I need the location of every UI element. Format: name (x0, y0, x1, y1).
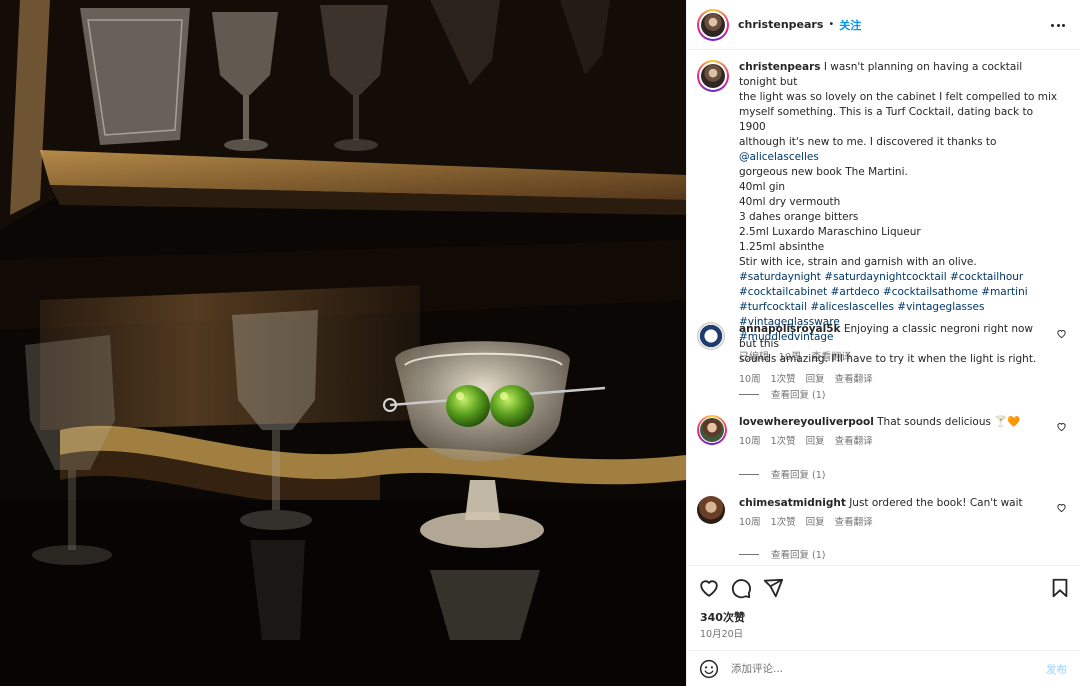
post-comment-button[interactable]: 发布 (1046, 662, 1067, 677)
caption-avatar[interactable] (697, 60, 729, 92)
post-photo[interactable] (0, 0, 686, 686)
author-username[interactable]: christenpears (738, 18, 823, 31)
comment-item: chimesatmidnight Just ordered the book! … (697, 496, 1071, 561)
commenter-avatar[interactable] (697, 322, 725, 350)
comment-text: That sounds delicious 🍸🧡 (877, 416, 1021, 428)
comment-icon[interactable] (730, 577, 752, 599)
view-replies-button[interactable]: 查看回复 (1) (739, 547, 825, 561)
commenter-username[interactable]: chimesatmidnight (739, 497, 846, 509)
comment-item: lovewhereyouliverpool That sounds delici… (697, 415, 1071, 481)
like-comment-heart-icon[interactable] (1056, 328, 1067, 339)
comment-time: 10周 (739, 436, 761, 447)
view-replies-button[interactable]: 查看回复 (1) (739, 387, 825, 401)
caption-username[interactable]: christenpears (739, 61, 821, 73)
view-replies-label: 查看回复 (1) (771, 550, 826, 561)
comment-likes[interactable]: 1次赞 (771, 515, 796, 530)
view-replies-button[interactable]: 查看回复 (1) (739, 467, 825, 481)
caption-text-line: although it's new to me. I discovered it… (739, 136, 997, 148)
caption-text-line: gorgeous new book The Martini. (739, 166, 908, 178)
follow-button[interactable]: 关注 (839, 17, 861, 33)
recipe-line: 1.25ml absinthe (739, 241, 825, 253)
recipe-line: 3 dahes orange bitters (739, 211, 859, 223)
mention-link[interactable]: @alicelascelles (739, 151, 819, 163)
recipe-line: 40ml gin (739, 181, 786, 193)
commenter-username[interactable]: annapolisroyal5k (739, 323, 841, 335)
post-actions: 340次赞 10月20日 (687, 565, 1080, 650)
hashtag-line[interactable]: #cocktailcabinet #artdeco #cocktailsatho… (739, 285, 1061, 300)
like-comment-heart-icon[interactable] (1056, 502, 1067, 513)
caption-text-line: the light was so lovely on the cabinet I… (739, 91, 1058, 103)
share-icon[interactable] (762, 577, 784, 599)
separator-dot: • (828, 19, 835, 30)
reply-button[interactable]: 回复 (806, 515, 825, 530)
comment-likes[interactable]: 1次赞 (771, 372, 796, 387)
view-replies-label: 查看回复 (1) (771, 390, 826, 401)
comment-item: annapolisroyal5k Enjoying a classic negr… (697, 322, 1071, 401)
comment-time: 10周 (739, 517, 761, 528)
post-header: christenpears • 关注 (687, 0, 1080, 50)
comment-input[interactable] (731, 662, 1021, 675)
see-translation-link[interactable]: 查看翻译 (835, 434, 873, 449)
post-caption: christenpears I wasn't planning on havin… (697, 60, 1067, 365)
post-date: 10月20日 (700, 629, 744, 640)
heart-icon[interactable] (698, 577, 720, 599)
emoji-icon[interactable] (699, 659, 719, 679)
reply-button[interactable]: 回复 (806, 434, 825, 449)
comment-text: Just ordered the book! Can't wait (849, 497, 1023, 509)
commenter-avatar[interactable] (697, 496, 725, 524)
hashtag-line[interactable]: #saturdaynight #saturdaynightcocktail #c… (739, 270, 1061, 285)
comments-scroll-area[interactable]: christenpears I wasn't planning on havin… (687, 51, 1080, 565)
recipe-line: Stir with ice, strain and garnish with a… (739, 256, 977, 268)
like-comment-heart-icon[interactable] (1056, 421, 1067, 432)
recipe-line: 40ml dry vermouth (739, 196, 841, 208)
comment-composer: 发布 (687, 650, 1080, 686)
post-side-panel: christenpears • 关注 christenpears I wasn'… (686, 0, 1080, 686)
reply-button[interactable]: 回复 (806, 372, 825, 387)
comment-time: 10周 (739, 374, 761, 385)
author-avatar[interactable] (697, 8, 729, 41)
see-translation-link[interactable]: 查看翻译 (835, 372, 873, 387)
bookmark-icon[interactable] (1049, 577, 1071, 599)
commenter-username[interactable]: lovewhereyouliverpool (739, 416, 874, 428)
likes-count[interactable]: 340次赞 (700, 609, 745, 625)
commenter-avatar[interactable] (697, 415, 727, 445)
view-replies-label: 查看回复 (1) (771, 470, 826, 481)
caption-text-line: myself something. This is a Turf Cocktai… (739, 106, 1033, 133)
comment-text: sounds amazing. I'll have to try it when… (739, 353, 1037, 365)
more-horizontal-icon[interactable] (1051, 18, 1065, 32)
cocktail-photo (0, 0, 686, 686)
comment-likes[interactable]: 1次赞 (771, 434, 796, 449)
recipe-line: 2.5ml Luxardo Maraschino Liqueur (739, 226, 921, 238)
see-translation-link[interactable]: 查看翻译 (835, 515, 873, 530)
